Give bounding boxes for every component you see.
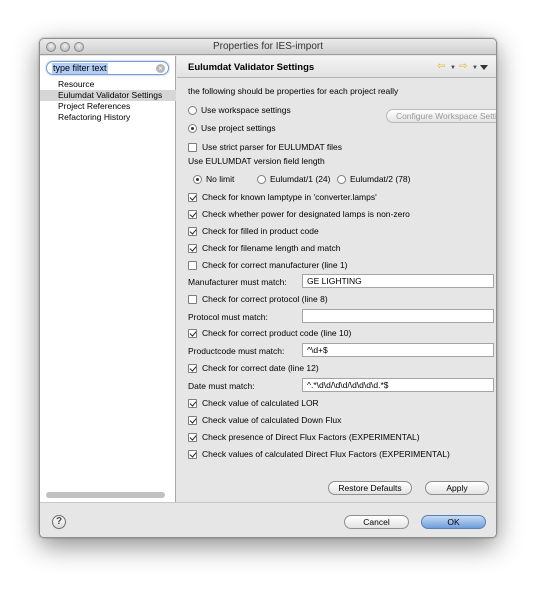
- page-title: Eulumdat Validator Settings: [188, 62, 315, 73]
- check-lamptype-checkbox[interactable]: Check for known lamptype in 'converter.l…: [188, 192, 377, 202]
- check-direct-flux-presence-checkbox[interactable]: Check presence of Direct Flux Factors (E…: [188, 432, 420, 442]
- version-eulumdat2-radio[interactable]: Eulumdat/2 (78): [337, 174, 410, 184]
- manufacturer-label: Manufacturer must match:: [188, 277, 287, 287]
- radio-icon[interactable]: [188, 124, 197, 133]
- date-label: Date must match:: [188, 381, 255, 391]
- check-direct-flux-values-checkbox[interactable]: Check values of calculated Direct Flux F…: [188, 449, 450, 459]
- checkbox-icon[interactable]: [188, 193, 197, 202]
- check-manufacturer-checkbox[interactable]: Check for correct manufacturer (line 1): [188, 260, 348, 270]
- title-bar[interactable]: Properties for IES-import: [40, 39, 496, 55]
- sidebar-item-refactoring-history[interactable]: Refactoring History: [40, 112, 176, 123]
- back-dropdown-icon[interactable]: ▼: [450, 65, 456, 71]
- configure-workspace-settings-button[interactable]: Configure Workspace Settings ...: [386, 109, 496, 123]
- settings-pane: Eulumdat Validator Settings ⇦ ▼ ⇨ ▼ the …: [177, 56, 496, 502]
- checkbox-icon[interactable]: [188, 364, 197, 373]
- check-protocol-checkbox[interactable]: Check for correct protocol (line 8): [188, 294, 328, 304]
- window-title: Properties for IES-import: [212, 41, 324, 52]
- dialog-footer: ? Cancel OK: [40, 502, 496, 537]
- sidebar-item-resource[interactable]: Resource: [40, 79, 176, 90]
- radio-icon[interactable]: [188, 106, 197, 115]
- sidebar: type filter text × Resource Eulumdat Val…: [40, 56, 176, 502]
- checkbox-icon[interactable]: [188, 210, 197, 219]
- check-date-checkbox[interactable]: Check for correct date (line 12): [188, 363, 319, 373]
- check-power-checkbox[interactable]: Check whether power for designated lamps…: [188, 209, 410, 219]
- page-description: the following should be properties for e…: [188, 86, 399, 96]
- productcode-input[interactable]: ^\d+$: [302, 343, 494, 357]
- sidebar-item-project-references[interactable]: Project References: [40, 101, 176, 112]
- radio-icon[interactable]: [337, 175, 346, 184]
- checkbox-icon[interactable]: [188, 295, 197, 304]
- strict-parser-checkbox[interactable]: Use strict parser for EULUMDAT files: [188, 142, 342, 152]
- workspace-settings-radio[interactable]: Use workspace settings: [188, 105, 291, 115]
- checkbox-icon[interactable]: [188, 450, 197, 459]
- sidebar-horizontal-scrollbar[interactable]: [46, 492, 165, 498]
- properties-dialog: Properties for IES-import type filter te…: [39, 38, 497, 538]
- check-filename-length-checkbox[interactable]: Check for filename length and match: [188, 243, 340, 253]
- version-eulumdat1-radio[interactable]: Eulumdat/1 (24): [257, 174, 330, 184]
- sidebar-item-eulumdat-validator-settings[interactable]: Eulumdat Validator Settings: [40, 90, 176, 101]
- project-settings-radio[interactable]: Use project settings: [188, 123, 276, 133]
- filter-input-text[interactable]: type filter text: [52, 63, 108, 74]
- check-lor-checkbox[interactable]: Check value of calculated LOR: [188, 398, 319, 408]
- checkbox-icon[interactable]: [188, 261, 197, 270]
- clear-filter-icon[interactable]: ×: [156, 64, 165, 73]
- filter-input[interactable]: type filter text ×: [46, 61, 169, 75]
- cancel-button[interactable]: Cancel: [344, 515, 409, 529]
- checkbox-icon[interactable]: [188, 329, 197, 338]
- checkbox-icon[interactable]: [188, 143, 197, 152]
- protocol-input[interactable]: [302, 309, 494, 323]
- back-arrow-icon[interactable]: ⇦: [437, 61, 445, 72]
- checkbox-icon[interactable]: [188, 416, 197, 425]
- radio-icon[interactable]: [257, 175, 266, 184]
- forward-dropdown-icon[interactable]: ▼: [472, 65, 478, 71]
- check-filled-product-code-checkbox[interactable]: Check for filled in product code: [188, 226, 319, 236]
- restore-defaults-button[interactable]: Restore Defaults: [328, 481, 412, 495]
- productcode-label: Productcode must match:: [188, 346, 285, 356]
- date-input[interactable]: ^.*\d\d/\d\d/\d\d\d\d.*$: [302, 378, 494, 392]
- sidebar-tree: Resource Eulumdat Validator Settings Pro…: [40, 79, 176, 123]
- radio-icon[interactable]: [193, 175, 202, 184]
- version-no-limit-radio[interactable]: No limit: [193, 174, 234, 184]
- check-down-flux-checkbox[interactable]: Check value of calculated Down Flux: [188, 415, 341, 425]
- version-field-length-label: Use EULUMDAT version field length: [188, 156, 325, 166]
- apply-button[interactable]: Apply: [425, 481, 489, 495]
- protocol-label: Protocol must match:: [188, 312, 268, 322]
- checkbox-icon[interactable]: [188, 244, 197, 253]
- checkbox-icon[interactable]: [188, 433, 197, 442]
- help-icon[interactable]: ?: [52, 515, 66, 529]
- page-header: Eulumdat Validator Settings ⇦ ▼ ⇨ ▼: [177, 56, 496, 78]
- manufacturer-input[interactable]: GE LIGHTING: [302, 274, 494, 288]
- view-menu-icon[interactable]: [480, 65, 488, 70]
- checkbox-icon[interactable]: [188, 399, 197, 408]
- check-product-code-checkbox[interactable]: Check for correct product code (line 10): [188, 328, 351, 338]
- checkbox-icon[interactable]: [188, 227, 197, 236]
- forward-arrow-icon[interactable]: ⇨: [459, 61, 467, 72]
- ok-button[interactable]: OK: [421, 515, 486, 529]
